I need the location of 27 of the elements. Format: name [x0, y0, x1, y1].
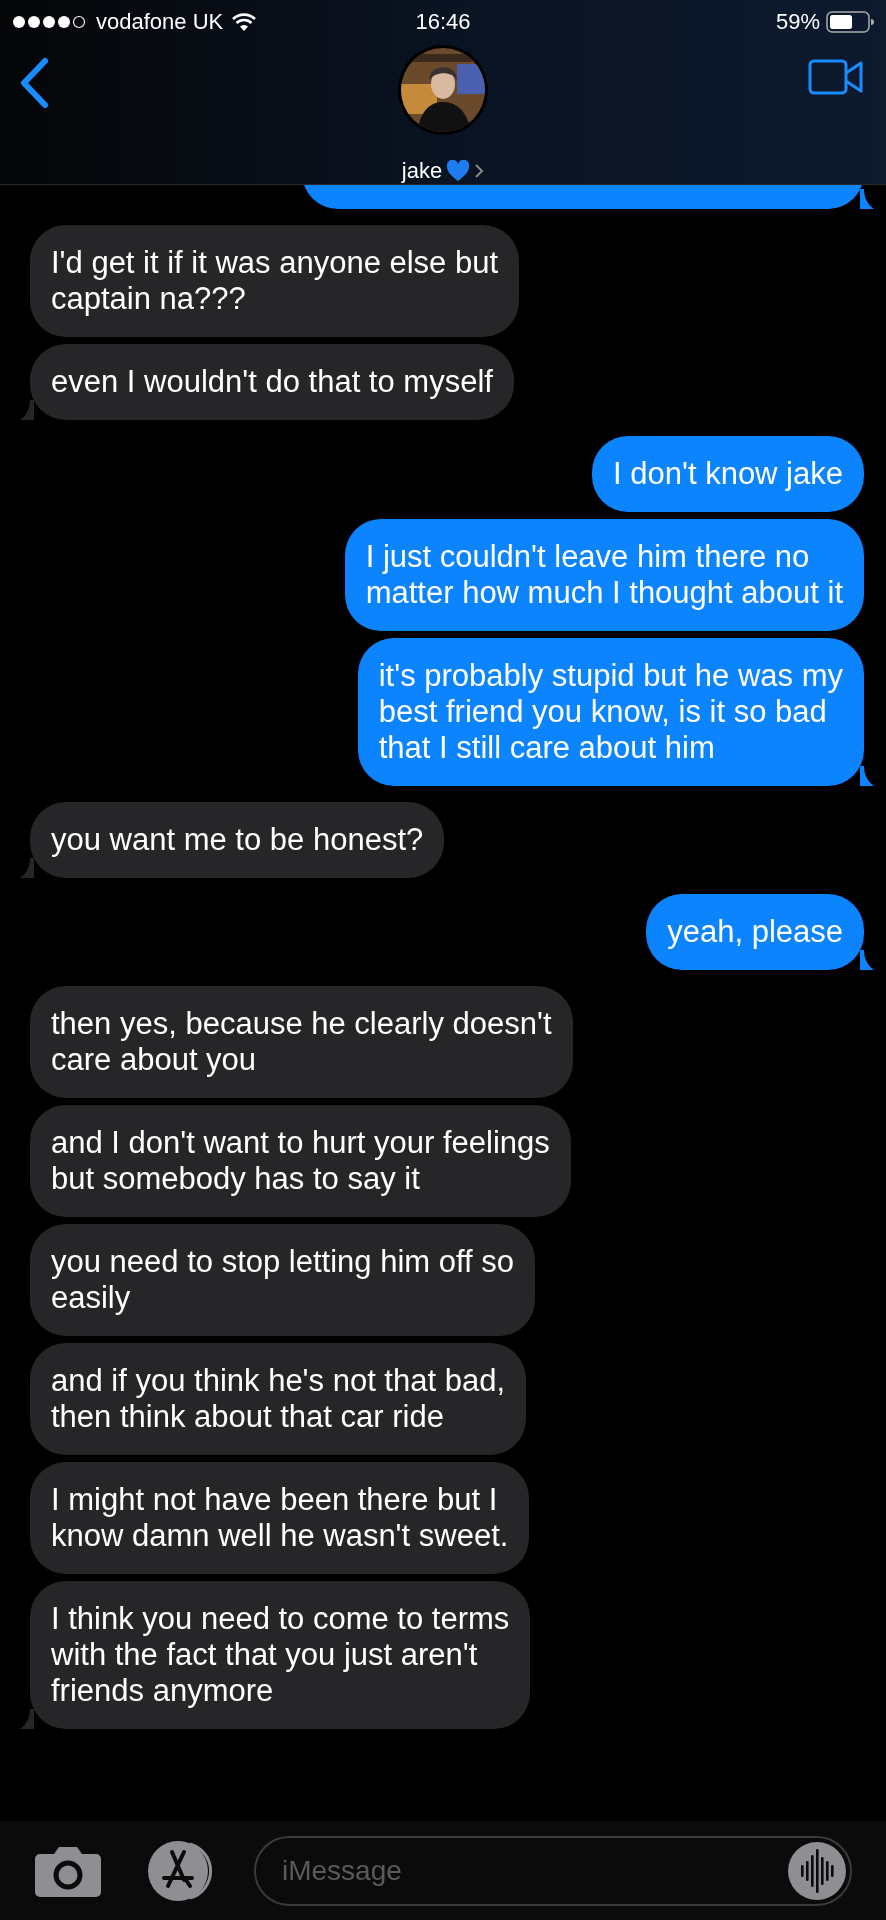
carrier-name: vodafone UK: [96, 8, 224, 36]
message-bubble: and if you think he's not that bad, then think about that car ride: [30, 1343, 526, 1455]
message-bubble: then yes, because he clearly doesn't care about you: [30, 986, 573, 1098]
message-bubble: yeah, please: [646, 894, 864, 970]
battery-icon: [826, 10, 874, 33]
audio-waveform-icon[interactable]: [788, 1841, 846, 1900]
video-camera-icon: [808, 59, 864, 95]
message-bubble: I just couldn't leave him there no matter how much I thought about it: [344, 519, 864, 631]
signal-icon: [12, 14, 88, 29]
status-time: 16:46: [415, 8, 471, 36]
battery-percentage: 59%: [775, 8, 820, 36]
contact-name-button[interactable]: jake: [401, 158, 485, 184]
wifi-icon: [231, 11, 258, 32]
message-bubble: and I don't want to hurt your feelings but somebody has to say it: [30, 1105, 571, 1217]
back-chevron-icon: [18, 57, 50, 109]
heart-icon: [446, 160, 471, 182]
message-bubble: even I wouldn't do that to myself: [30, 344, 514, 420]
message-input-field[interactable]: iMessage: [254, 1835, 852, 1906]
message-bubble: I might not have been there but I know damn well he wasn't sweet.: [30, 1462, 530, 1574]
message-bubble: I think you need to come to terms with the fact that you just aren't friends anymore: [30, 1581, 531, 1729]
chevron-right-icon: [474, 163, 485, 179]
message-bubble: I don't know jake: [592, 436, 864, 512]
message-bubble: it's probably stupid but he was my best friend you know, is it so bad that I still care about him: [357, 638, 864, 786]
message-bubble: you need to stop letting him off so easily: [30, 1224, 535, 1336]
message-bubble: I'd get it if it was anyone else but captain na???: [30, 225, 520, 337]
message-bubble: you want me to be honest?: [30, 802, 445, 878]
video-call-button[interactable]: [806, 57, 866, 97]
